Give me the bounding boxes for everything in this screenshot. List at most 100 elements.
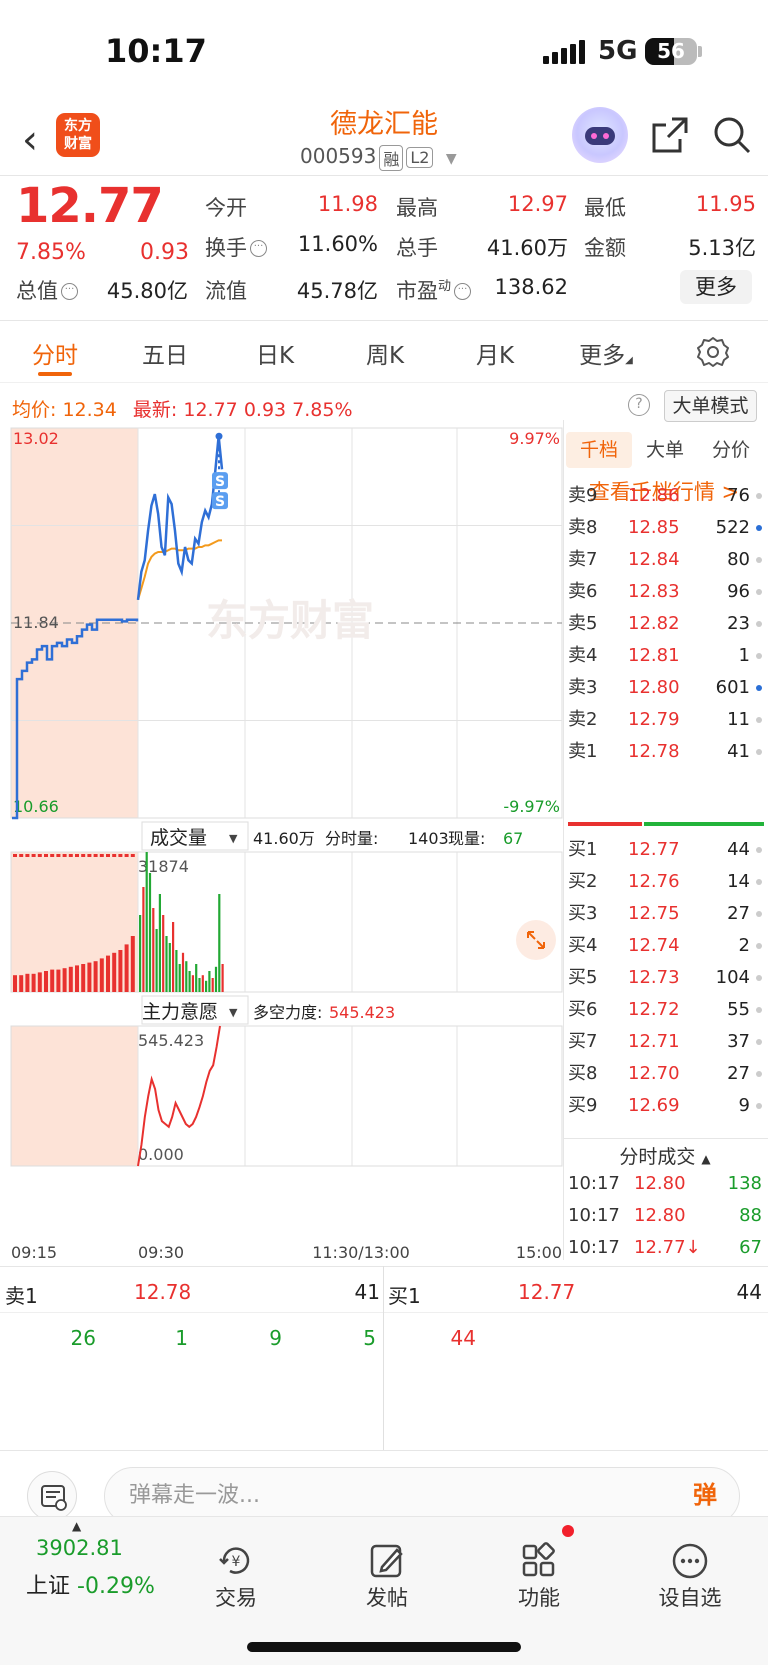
bid-queue-item: 44: [450, 1326, 476, 1350]
ask-row[interactable]: 卖3 12.80 601: [566, 671, 764, 705]
level-qty: 44: [727, 839, 750, 860]
stock-code-row[interactable]: 000593 融 L2 ▼: [300, 144, 457, 171]
pe-label: 市盈动 ···: [396, 275, 472, 305]
danmu-toggle-button[interactable]: 弹: [693, 1475, 717, 1510]
info-icon[interactable]: ···: [454, 283, 472, 300]
bid-row[interactable]: 买6 12.72 55: [566, 993, 764, 1027]
volume-label: 总手: [396, 236, 438, 260]
nav-trade[interactable]: ¥ 交易: [186, 1540, 286, 1612]
divider: [0, 320, 768, 321]
divider: [0, 1450, 768, 1451]
gear-icon[interactable]: [697, 336, 729, 372]
divider: [0, 1312, 768, 1313]
bid-row[interactable]: 买1 12.77 44: [566, 833, 764, 867]
divider: [563, 420, 564, 1260]
ask-row[interactable]: 卖8 12.85 522: [566, 511, 764, 545]
float-cap-label: 流值: [205, 279, 247, 303]
tab-price-distribution[interactable]: 分价: [698, 432, 764, 468]
post-icon: [337, 1540, 437, 1582]
volume-bar: [221, 964, 224, 992]
chevron-down-icon[interactable]: ▼: [446, 151, 457, 167]
divider: [564, 1138, 768, 1139]
volume-bar: [162, 915, 165, 992]
level-qty: 76: [727, 485, 750, 506]
ask-row[interactable]: 卖5 12.82 23: [566, 607, 764, 641]
order-dot-icon: [756, 525, 762, 531]
index-row[interactable]: 上证 -0.29%: [26, 1568, 155, 1600]
volume-bar: [44, 971, 48, 992]
volume-bar: [165, 936, 168, 992]
auction-cap-bar: [25, 854, 30, 857]
buy-sell-ratio-bar: [568, 822, 764, 826]
nav-functions[interactable]: 功能: [489, 1540, 589, 1612]
bid-row[interactable]: 买5 12.73 104: [566, 961, 764, 995]
high-point: [215, 432, 223, 440]
level-qty: 41: [727, 741, 750, 762]
bid-row[interactable]: 买8 12.70 27: [566, 1057, 764, 1091]
indicator-title: 主力意愿: [142, 1001, 218, 1023]
volume-bar: [75, 965, 79, 992]
search-icon[interactable]: [712, 115, 752, 159]
ask-row[interactable]: 卖7 12.84 80: [566, 543, 764, 577]
volume-bar: [208, 971, 211, 992]
help-icon[interactable]: ?: [628, 394, 650, 416]
ask-row[interactable]: 卖6 12.83 96: [566, 575, 764, 609]
tab-depth[interactable]: 千档: [566, 432, 632, 468]
x-label: 09:15: [11, 1243, 57, 1260]
tab-daily-k[interactable]: 日K: [240, 336, 310, 370]
nav-post[interactable]: 发帖: [337, 1540, 437, 1612]
level2-tag: L2: [406, 147, 434, 168]
order-dot-icon: [756, 749, 762, 755]
ask-row[interactable]: 卖1 12.78 41: [566, 735, 764, 769]
tab-weekly-k[interactable]: 周K: [350, 336, 420, 370]
intraday-chart[interactable]: 东方财富 13.02 11.84 10.66 9.97% -9.97% SS 成交量 ▼ 41.6…: [0, 420, 566, 1260]
battery-level: 56: [657, 39, 685, 63]
ask-row[interactable]: 卖9 12.86 76: [566, 479, 764, 513]
signal-icon: [543, 40, 588, 64]
auction-cap-bar: [124, 854, 129, 857]
volume-bar: [106, 955, 110, 992]
ticks-title[interactable]: 分时成交 ▲: [566, 1142, 764, 1169]
tab-monthly-k[interactable]: 月K: [460, 336, 530, 370]
svg-text:¥: ¥: [232, 1554, 241, 1570]
level-price: 12.83: [628, 581, 680, 602]
tick-volume: 67: [739, 1237, 762, 1258]
volume-bar: [31, 973, 36, 992]
tab-more[interactable]: 更多◢: [568, 336, 644, 370]
tab-intraday[interactable]: 分时: [20, 336, 90, 370]
level-price: 12.76: [628, 871, 680, 892]
big-order-mode-button[interactable]: 大单模式: [664, 390, 757, 422]
change-percent: 7.85%: [16, 240, 86, 265]
assistant-robot-icon[interactable]: [572, 107, 628, 163]
index-name: 上证: [26, 1574, 71, 1599]
bid-row[interactable]: 买7 12.71 37: [566, 1025, 764, 1059]
volume-bar: [152, 908, 155, 992]
index-value[interactable]: 3902.81: [36, 1536, 123, 1560]
volume-bar: [195, 964, 198, 992]
info-icon[interactable]: ···: [250, 240, 267, 257]
trade-icon: ¥: [186, 1540, 286, 1582]
ask-row[interactable]: 卖4 12.81 1: [566, 639, 764, 673]
level-qty: 37: [727, 1031, 750, 1052]
tab-five-day[interactable]: 五日: [130, 336, 200, 370]
latest-label: 最新:: [132, 399, 178, 421]
tick-row: 10:17 12.77↓ 67: [566, 1232, 764, 1264]
danmu-settings-icon[interactable]: [27, 1471, 77, 1521]
ask-row[interactable]: 卖2 12.79 11: [566, 703, 764, 737]
bid-row[interactable]: 买4 12.74 2: [566, 929, 764, 963]
order-dot-icon: [756, 911, 762, 917]
bid-row[interactable]: 买2 12.76 14: [566, 865, 764, 899]
bid-row[interactable]: 买3 12.75 27: [566, 897, 764, 931]
order-dot-icon: [756, 589, 762, 595]
volume-bar: [211, 978, 214, 992]
share-icon[interactable]: [650, 115, 690, 159]
level-price: 12.73: [628, 967, 680, 988]
info-icon[interactable]: ···: [61, 283, 78, 300]
auction-cap-bar: [13, 854, 17, 857]
more-button[interactable]: 更多: [680, 270, 752, 304]
nav-add-watchlist[interactable]: 设自选: [640, 1540, 740, 1612]
order-dot-icon: [756, 943, 762, 949]
tab-big-orders[interactable]: 大单: [632, 432, 698, 468]
bid-row[interactable]: 买9 12.69 9: [566, 1089, 764, 1123]
expand-icon: [516, 920, 556, 960]
